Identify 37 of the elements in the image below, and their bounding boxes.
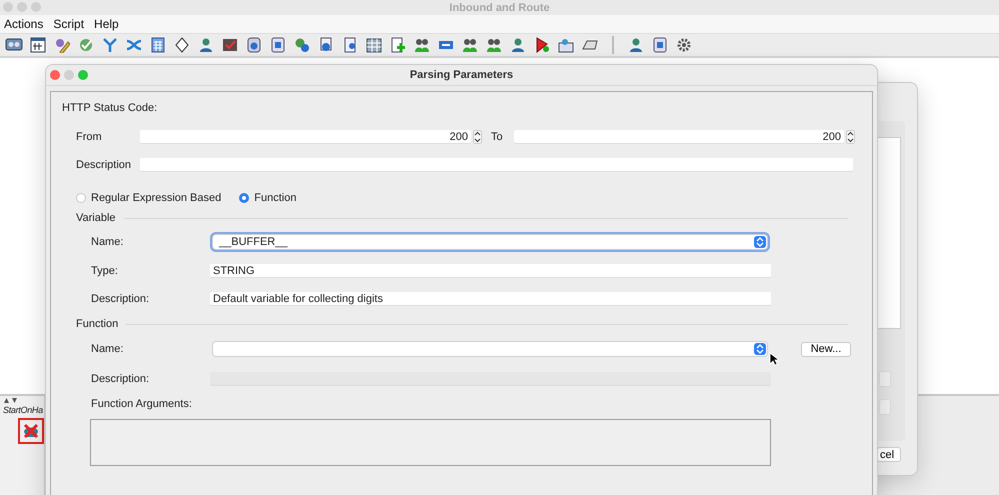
stepper-icon[interactable] xyxy=(846,130,855,144)
dropdown-field[interactable]: __BUFFER__ xyxy=(212,234,768,250)
input-field[interactable] xyxy=(140,158,853,172)
dropdown-field[interactable] xyxy=(212,341,768,357)
new-button[interactable]: New... xyxy=(801,342,851,356)
branch-icon[interactable] xyxy=(100,35,120,55)
field-label: Type: xyxy=(91,265,119,277)
input-field[interactable]: 200 xyxy=(140,130,471,144)
menu-item[interactable]: Actions xyxy=(2,17,52,31)
window-title: Inbound and Route xyxy=(449,2,550,14)
dialog-title: Parsing Parameters xyxy=(410,69,514,81)
field-label: Description xyxy=(76,159,132,171)
field-label: Description: xyxy=(91,293,150,305)
updown-icon[interactable] xyxy=(754,236,766,248)
input-field[interactable]: STRING xyxy=(210,264,771,278)
section-heading: HTTP Status Code: xyxy=(62,102,158,114)
section-heading: Variable xyxy=(76,212,116,224)
radio-option[interactable]: Function xyxy=(239,192,296,204)
section-heading: Function xyxy=(76,318,118,330)
input-field[interactable]: Default variable for collecting digits xyxy=(210,292,771,306)
field-label: From xyxy=(76,131,103,143)
menu-item[interactable]: Help xyxy=(92,17,127,31)
field-label: Function Arguments: xyxy=(91,398,192,410)
field-label: To xyxy=(491,131,504,143)
field-label: Description: xyxy=(91,373,150,385)
field-label: Name: xyxy=(91,236,124,248)
radio-option[interactable]: Regular Expression Based xyxy=(76,192,222,204)
stepper-icon[interactable] xyxy=(473,130,482,144)
field-label: Name: xyxy=(91,343,124,355)
node-label: StartOnHa xyxy=(2,405,43,415)
cursor-icon xyxy=(769,352,779,366)
calendar-icon[interactable] xyxy=(28,35,48,55)
input-field[interactable]: 200 xyxy=(514,130,844,144)
phone-error-icon[interactable] xyxy=(18,418,44,444)
cancel-button[interactable]: cel xyxy=(877,447,901,462)
updown-icon[interactable] xyxy=(754,343,766,355)
menu-item[interactable]: Script xyxy=(51,17,92,31)
